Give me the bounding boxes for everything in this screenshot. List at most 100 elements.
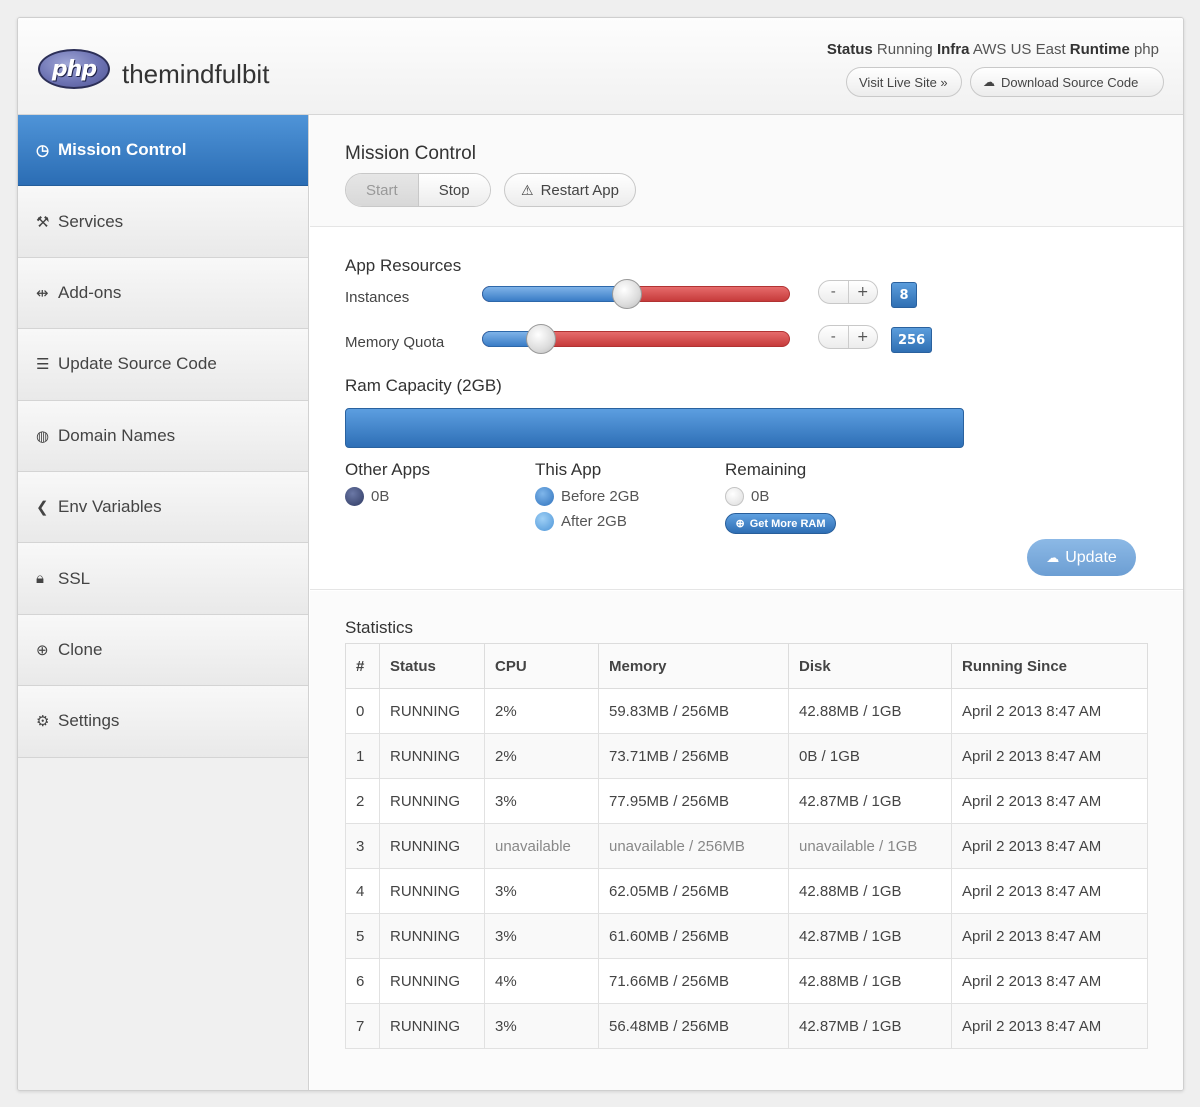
infra-label: Infra [936, 41, 970, 58]
table-cell: 6 [345, 958, 380, 1004]
mission-control-section: Mission Control Start Stop ⚠ Restart App [310, 115, 1183, 227]
instances-increment-button[interactable]: + [849, 281, 878, 303]
column-header: CPU [484, 643, 599, 689]
sidebar: ◷ Mission Control ⚒ Services ⇹ Add-ons ☰… [18, 115, 309, 1090]
table-cell: April 2 2013 8:47 AM [951, 778, 1148, 824]
table-cell: RUNNING [379, 868, 485, 914]
table-cell: 42.88MB / 1GB [788, 958, 952, 1004]
this-app-after-item: After 2GB [535, 512, 627, 531]
table-cell: 42.88MB / 1GB [788, 688, 952, 734]
memory-increment-button[interactable]: + [849, 326, 878, 348]
table-cell: 3 [345, 823, 380, 869]
column-header: Running Since [951, 643, 1148, 689]
blue-dot-icon [535, 487, 554, 506]
table-row: 2 RUNNING 3% 77.95MB / 256MB 42.87MB / 1GB Ap… [345, 778, 1148, 824]
table-cell: 3% [484, 913, 599, 959]
sidebar-item-env-variables[interactable]: ❮ Env Variables [18, 471, 308, 544]
table-cell: 2% [484, 733, 599, 779]
table-cell: April 2 2013 8:47 AM [951, 1003, 1148, 1049]
update-button[interactable]: ☁ Update [1027, 539, 1136, 576]
instances-slider-fill [482, 286, 627, 302]
ram-capacity-title: Ram Capacity (2GB) [345, 376, 502, 395]
warning-icon: ⚠ [521, 181, 534, 198]
other-apps-title: Other Apps [345, 460, 431, 479]
instances-stepper: - + [818, 280, 878, 304]
table-cell: unavailable / 1GB [788, 823, 952, 869]
runtime-label: Runtime [1069, 41, 1130, 58]
table-cell: 2 [345, 778, 380, 824]
other-apps-item: 0B [345, 487, 389, 506]
statistics-table: # Status CPU Memory Disk Running Since 0… [345, 643, 1148, 1049]
instances-slider[interactable] [482, 279, 790, 309]
download-source-code-button[interactable]: ☁ Download Source Code [970, 67, 1164, 97]
app-name: themindfulbit [122, 59, 270, 89]
table-cell: 2% [484, 688, 599, 734]
table-cell: 3% [484, 868, 599, 914]
table-cell: 61.60MB / 256MB [598, 913, 789, 959]
table-cell: RUNNING [379, 733, 485, 779]
column-header: Disk [788, 643, 952, 689]
table-row: 0 RUNNING 2% 59.83MB / 256MB 42.88MB / 1GB Ap… [345, 688, 1148, 734]
table-cell: April 2 2013 8:47 AM [951, 688, 1148, 734]
table-cell: April 2 2013 8:47 AM [951, 823, 1148, 869]
start-stop-group: Start Stop [345, 173, 491, 207]
stop-button[interactable]: Stop [418, 174, 490, 206]
app-resources-section: App Resources Instances - + 8 Memory Quo… [310, 228, 1183, 590]
header: php themindfulbit Status Running Infra A… [18, 18, 1183, 115]
list-icon: ☰ [36, 356, 50, 374]
sidebar-item-ssl[interactable]: 🔒︎ SSL [18, 543, 308, 615]
status-label: Status [826, 41, 873, 58]
sidebar-item-update-source-code[interactable]: ☰ Update Source Code [18, 329, 308, 401]
sidebar-item-settings[interactable]: ⚙ Settings [18, 686, 308, 758]
remaining-title: Remaining [725, 460, 807, 479]
tools-icon: ⚒ [36, 213, 50, 231]
table-cell: RUNNING [379, 958, 485, 1004]
instances-slider-handle[interactable] [612, 279, 642, 309]
gear-icon: ⚙ [36, 713, 50, 731]
table-header-row: # Status CPU Memory Disk Running Since [345, 643, 1148, 689]
dark-dot-icon [345, 487, 364, 506]
empty-dot-icon [725, 487, 744, 506]
sidebar-item-clone[interactable]: ⊕ Clone [18, 614, 308, 687]
visit-live-site-button[interactable]: Visit Live Site » [846, 67, 962, 97]
memory-quota-value: 256 [891, 327, 933, 353]
column-header: # [345, 643, 380, 689]
table-cell: April 2 2013 8:47 AM [951, 733, 1148, 779]
memory-decrement-button[interactable]: - [819, 326, 849, 348]
table-cell: 42.87MB / 1GB [788, 778, 952, 824]
table-cell: RUNNING [379, 823, 485, 869]
table-cell: RUNNING [379, 1003, 485, 1049]
memory-quota-slider-handle[interactable] [526, 324, 556, 354]
get-more-ram-button[interactable]: ⊕ Get More RAM [725, 513, 836, 534]
start-button[interactable]: Start [346, 174, 419, 206]
app-resources-title: App Resources [345, 256, 462, 275]
table-row: 5 RUNNING 3% 61.60MB / 256MB 42.87MB / 1GB Ap… [345, 913, 1148, 959]
table-row: 6 RUNNING 4% 71.66MB / 256MB 42.88MB / 1GB Ap… [345, 958, 1148, 1004]
instances-value: 8 [891, 282, 917, 308]
table-cell: 4 [345, 868, 380, 914]
restart-app-button[interactable]: ⚠ Restart App [504, 173, 636, 207]
sidebar-item-services[interactable]: ⚒ Services [18, 186, 308, 258]
cloud-download-icon: ☁ [983, 75, 995, 89]
table-cell: 3% [484, 1003, 599, 1049]
globe-icon: ◍ [36, 427, 50, 445]
sidebar-item-domain-names[interactable]: ◍ Domain Names [18, 400, 308, 472]
memory-quota-slider[interactable] [482, 324, 790, 354]
main-content: Mission Control Start Stop ⚠ Restart App… [310, 115, 1183, 1090]
table-cell: April 2 2013 8:47 AM [951, 913, 1148, 959]
table-cell: 62.05MB / 256MB [598, 868, 789, 914]
sidebar-item-mission-control[interactable]: ◷ Mission Control [18, 115, 308, 187]
sidebar-item-add-ons[interactable]: ⇹ Add-ons [18, 257, 308, 330]
table-cell: 71.66MB / 256MB [598, 958, 789, 1004]
statistics-title: Statistics [345, 618, 414, 637]
dashboard-icon: ◷ [36, 142, 50, 160]
chevron-left-icon: ❮ [36, 499, 49, 517]
table-cell: RUNNING [379, 778, 485, 824]
table-cell: April 2 2013 8:47 AM [951, 958, 1148, 1004]
page-title: Mission Control [345, 143, 476, 164]
table-row: 7 RUNNING 3% 56.48MB / 256MB 42.87MB / 1GB Ap… [345, 1003, 1148, 1049]
table-cell: unavailable / 256MB [598, 823, 789, 869]
instances-decrement-button[interactable]: - [819, 281, 849, 303]
table-cell: RUNNING [379, 913, 485, 959]
plus-circle-icon: ⊕ [735, 518, 745, 530]
